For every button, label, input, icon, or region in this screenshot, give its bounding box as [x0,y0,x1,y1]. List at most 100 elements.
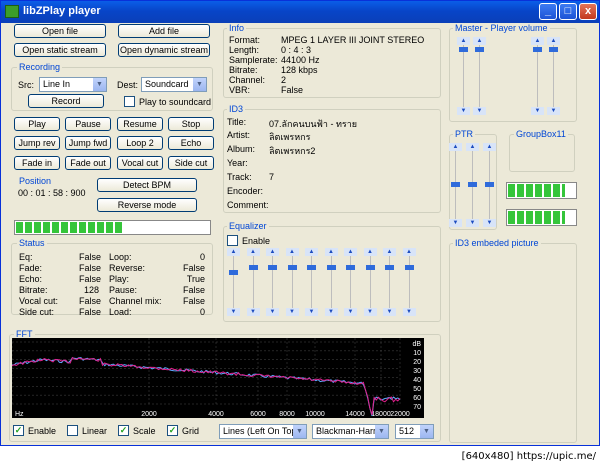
id3-key: Comment: [227,200,269,210]
add-file-button[interactable]: Add file [118,24,210,38]
echo-button[interactable]: Echo [168,136,214,150]
info-key: Length: [229,45,260,55]
status-key: Reverse: [109,263,146,273]
status-key: Vocal cut: [19,296,59,306]
fft-background [12,338,424,418]
chevron-up-icon: ▲ [402,248,416,256]
eq-band-slider[interactable]: ▲ ▼ [246,248,260,316]
status-key: Channel mix: [109,296,162,306]
eq-band-slider[interactable]: ▲ ▼ [305,248,318,316]
playback-progress[interactable] [14,220,211,235]
play-button[interactable]: Play [14,117,60,131]
info-key: Bitrate: [229,65,258,75]
status-key: Play: [109,274,130,284]
vocal-cut-button[interactable]: Vocal cut [117,156,163,170]
record-button[interactable]: Record [28,94,104,108]
fade-in-button[interactable]: Fade in [14,156,60,170]
eq-band-slider[interactable]: ▲ ▼ [383,248,396,316]
main-window: libZPlay player _ □ x Open file Add file… [0,0,600,446]
ptr-pitch-slider[interactable]: ▲ ▼ [449,143,462,227]
pause-button[interactable]: Pause [65,117,111,131]
chevron-down-icon: ▼ [227,308,240,316]
info-value: 2 [281,75,287,85]
chevron-up-icon: ▲ [285,248,299,256]
chevron-down-icon: ▼ [324,308,338,316]
fft-db-tick: 10 [413,350,421,357]
status-key: Eq: [19,252,33,262]
window-title: libZPlay player [23,5,101,17]
eq-band-slider[interactable]: ▲ ▼ [363,248,377,316]
eq-band-slider[interactable]: ▲ ▼ [402,248,416,316]
info-key: Channel: [229,75,266,85]
equalizer-enable-label: Enable [242,236,271,246]
minimize-button[interactable]: _ [539,3,557,20]
status-key: Side cut: [19,307,55,317]
fft-db-tick: 30 [413,368,421,375]
src-select[interactable]: Line In ▼ [39,77,107,92]
fft-db-tick: 60 [413,395,421,402]
play-to-soundcard-label: Play to soundcard [139,97,212,107]
info-value: 44100 Hz [281,55,320,65]
detect-bpm-button[interactable]: Detect BPM [97,178,197,192]
fft-x-tick: 18000 [371,411,391,418]
src-value: Line In [43,79,71,89]
position-value: 00 : 01 : 58 : 900 [18,188,86,198]
maximize-button[interactable]: □ [559,3,577,20]
jump-fwd-button[interactable]: Jump fwd [65,136,111,150]
fft-grid-checkbox[interactable]: ✓ [167,425,178,436]
info-key: VBR: [229,85,251,95]
reverse-mode-button[interactable]: Reverse mode [97,198,197,212]
chevron-up-icon: ▲ [344,248,357,256]
open-dynamic-stream-button[interactable]: Open dynamic stream [118,43,210,57]
groupbox11-title: GroupBox11 [514,129,568,139]
id3-value: ลิตเพรหกร [269,132,311,142]
fft-size-select[interactable]: 512 ▼ [395,424,434,439]
master-volume-left-slider[interactable]: ▲ ▼ [457,37,470,115]
eq-band-slider[interactable]: ▲ ▼ [285,248,299,316]
eq-band-slider[interactable]: ▲ ▼ [344,248,357,316]
id3-key: Title: [227,117,247,127]
id3-picture-title: ID3 embeded picture [453,238,541,248]
fft-scale-checkbox[interactable]: ✓ [118,425,129,436]
stop-button[interactable]: Stop [168,117,214,131]
eq-band-slider[interactable]: ▲ ▼ [266,248,279,316]
fft-spectrum-display: dB 10 20 30 40 50 60 70 Hz 2000 4000 6000 8000 10000 1… [12,338,424,418]
fft-window-select[interactable]: Blackman-Harris ▼ [312,424,389,439]
eq-band-slider[interactable]: ▲ ▼ [324,248,338,316]
chevron-up-icon: ▲ [246,248,260,256]
chevron-down-icon: ▼ [420,425,433,438]
id3-key: Track: [227,172,252,182]
player-volume-right-slider[interactable]: ▲ ▼ [547,37,560,115]
eq-band-slider[interactable]: ▲ ▼ [227,248,240,316]
loop-2-button[interactable]: Loop 2 [117,136,163,150]
master-volume-right-slider[interactable]: ▲ ▼ [473,37,486,115]
open-static-stream-button[interactable]: Open static stream [14,43,106,57]
status-key: Echo: [19,274,43,284]
id3-key: Encoder: [227,186,264,196]
fade-out-button[interactable]: Fade out [65,156,111,170]
dest-label: Dest: [117,80,139,90]
resume-button[interactable]: Resume [117,117,163,131]
chevron-down-icon: ▼ [285,308,299,316]
open-file-button[interactable]: Open file [14,24,106,38]
info-value: 128 kbps [281,65,318,75]
jump-rev-button[interactable]: Jump rev [14,136,60,150]
vu-meter-right [506,209,577,226]
dest-select[interactable]: Soundcard ▼ [141,77,207,92]
fft-mode-select[interactable]: Lines (Left On Top) ▼ [219,424,307,439]
fft-scale-label: Scale [133,426,156,436]
fft-enable-checkbox[interactable]: ✓ [13,425,24,436]
close-button[interactable]: x [579,3,597,20]
src-label: Src: [18,80,35,90]
chevron-up-icon: ▲ [227,248,240,256]
equalizer-enable-checkbox[interactable] [227,235,238,246]
ptr-tempo-slider[interactable]: ▲ ▼ [466,143,479,227]
play-to-soundcard-checkbox[interactable] [124,96,135,107]
title-bar[interactable]: libZPlay player _ □ x [1,1,599,23]
ptr-rate-slider[interactable]: ▲ ▼ [483,143,496,227]
side-cut-button[interactable]: Side cut [168,156,214,170]
fft-x-tick: 4000 [208,411,224,418]
status-key: Bitrate: [19,285,48,295]
player-volume-left-slider[interactable]: ▲ ▼ [531,37,544,115]
fft-linear-checkbox[interactable] [67,425,78,436]
